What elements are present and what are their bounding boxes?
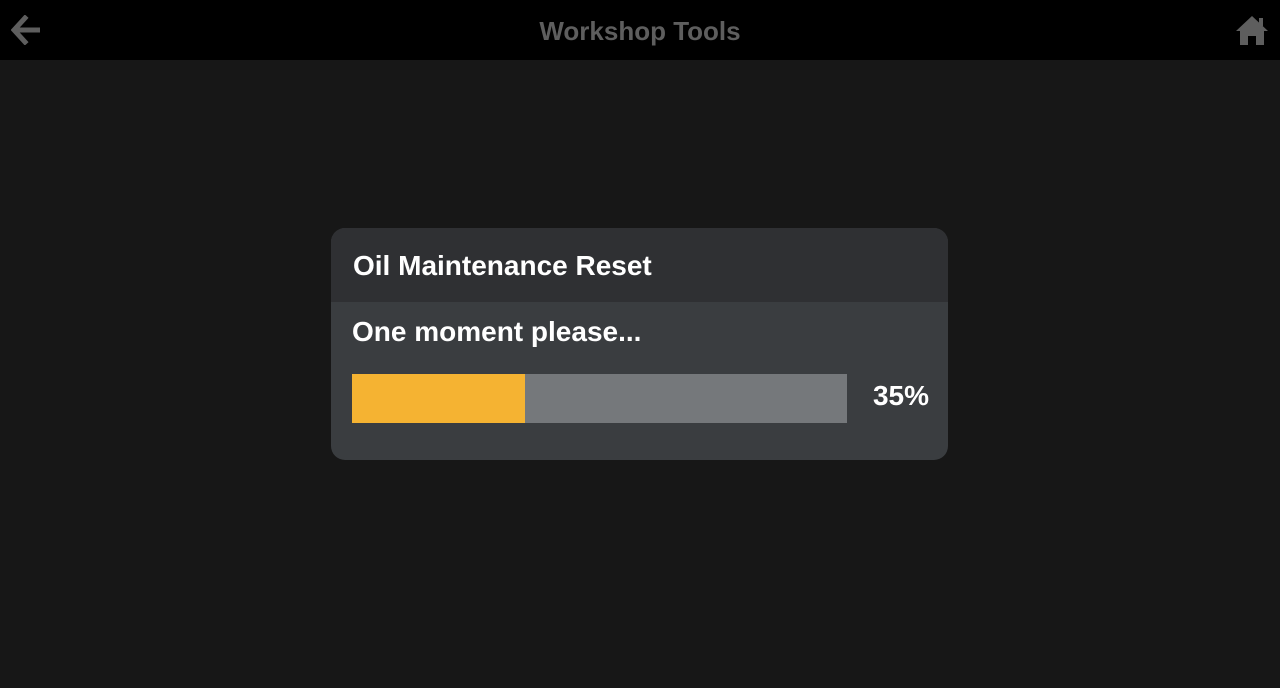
page-title: Workshop Tools — [539, 16, 741, 46]
arrow-left-icon — [11, 15, 40, 45]
home-icon — [1236, 16, 1268, 45]
home-button[interactable] — [1232, 11, 1272, 49]
progress-percent: 35% — [872, 380, 929, 411]
progress-bar-fill — [352, 374, 526, 423]
back-button[interactable] — [8, 11, 46, 49]
progress-bar — [352, 374, 847, 423]
dialog-title: Oil Maintenance Reset — [331, 228, 948, 302]
top-bar: Workshop Tools — [0, 0, 1280, 60]
progress-dialog: Oil Maintenance Reset One moment please.… — [331, 228, 948, 460]
dialog-message: One moment please... — [352, 316, 642, 347]
